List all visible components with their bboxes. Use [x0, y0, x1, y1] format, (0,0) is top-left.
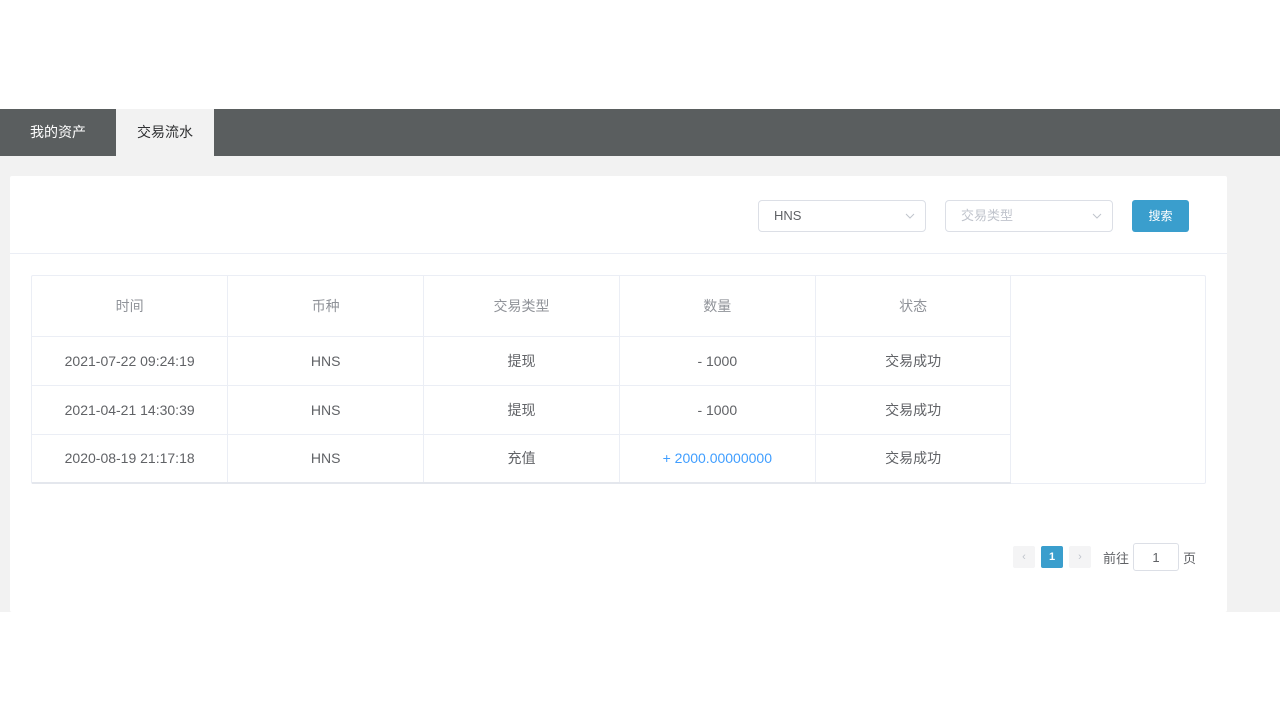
cell-status: 交易成功: [815, 336, 1012, 386]
cell-type: 提现: [423, 336, 620, 386]
cell-status: 交易成功: [815, 434, 1012, 484]
currency-select[interactable]: HNS: [758, 200, 926, 232]
header-currency: 币种: [227, 276, 425, 337]
page-number-current[interactable]: 1: [1041, 546, 1063, 568]
search-button[interactable]: 搜索: [1132, 200, 1189, 232]
cell-currency: HNS: [227, 434, 425, 484]
cell-currency: HNS: [227, 336, 425, 386]
cell-amount: - 1000: [619, 385, 816, 435]
cell-status: 交易成功: [815, 385, 1012, 435]
chevron-down-icon: [1092, 213, 1102, 219]
header-amount: 数量: [619, 276, 816, 337]
prev-page-icon[interactable]: ‹: [1013, 546, 1035, 568]
transactions-table: 时间 币种 交易类型 数量 状态 2021-07-22 09:24:19 HNS…: [31, 275, 1206, 484]
transaction-type-placeholder: 交易类型: [961, 208, 1014, 223]
cell-time: 2021-07-22 09:24:19: [32, 336, 229, 386]
cell-currency: HNS: [227, 385, 425, 435]
cell-amount: + 2000.00000000: [619, 434, 816, 484]
transaction-type-select[interactable]: 交易类型: [945, 200, 1113, 232]
cell-time: 2020-08-19 21:17:18: [32, 434, 229, 484]
goto-label: 前往: [1103, 550, 1130, 566]
table-row: 2021-07-22 09:24:19 HNS 提现 - 1000 交易成功: [32, 336, 1012, 386]
currency-select-value: HNS: [774, 208, 802, 223]
table-row: 2020-08-19 21:17:18 HNS 充值 + 2000.000000…: [32, 434, 1012, 484]
goto-page-input[interactable]: [1133, 543, 1180, 571]
header-status: 状态: [815, 276, 1012, 337]
cell-type: 充值: [423, 434, 620, 484]
pagination: ‹ 1 › 前往 页: [1013, 543, 1196, 571]
cell-amount: - 1000: [619, 336, 816, 386]
next-page-icon[interactable]: ›: [1069, 546, 1091, 568]
header-time: 时间: [32, 276, 229, 337]
cell-time: 2021-04-21 14:30:39: [32, 385, 229, 435]
page-suffix-label: 页: [1183, 550, 1197, 566]
table-header-row: 时间 币种 交易类型 数量 状态: [32, 276, 1012, 337]
header-type: 交易类型: [423, 276, 620, 337]
cell-type: 提现: [423, 385, 620, 435]
tab-my-assets[interactable]: 我的资产: [0, 109, 116, 156]
tab-transactions[interactable]: 交易流水: [116, 109, 214, 156]
tab-bar: 我的资产 交易流水: [0, 109, 1280, 156]
chevron-down-icon: [905, 213, 915, 219]
table-row: 2021-04-21 14:30:39 HNS 提现 - 1000 交易成功: [32, 385, 1012, 435]
content-card: HNS 交易类型 搜索 时间 币种 交易类型 数量 状态 2021-07-22 …: [10, 176, 1227, 612]
filter-bar: HNS 交易类型 搜索: [10, 176, 1227, 254]
